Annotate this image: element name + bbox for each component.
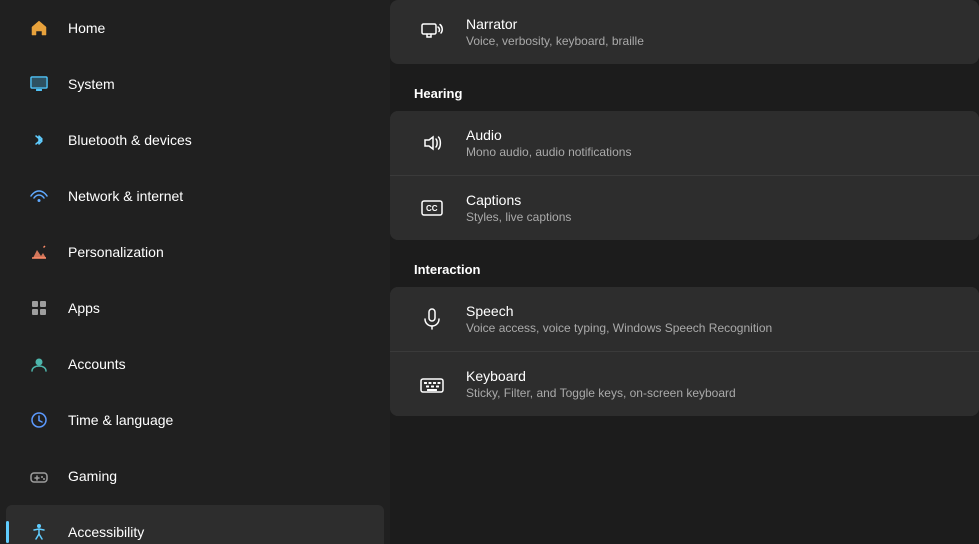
narrator-text: Narrator Voice, verbosity, keyboard, brai… [466, 16, 644, 48]
captions-text: Captions Styles, live captions [466, 192, 571, 224]
section-header-hearing: Hearing [390, 68, 979, 111]
section-block-hearing: Audio Mono audio, audio notifications CC … [390, 111, 979, 240]
sidebar-item-accessibility[interactable]: Accessibility [6, 505, 384, 544]
sidebar-label-network: Network & internet [68, 188, 183, 204]
sidebar-item-gaming[interactable]: Gaming [6, 449, 384, 503]
accounts-icon [26, 351, 52, 377]
narrator-subtitle: Voice, verbosity, keyboard, braille [466, 34, 644, 48]
keyboard-subtitle: Sticky, Filter, and Toggle keys, on-scre… [466, 386, 736, 400]
network-icon [26, 183, 52, 209]
keyboard-title: Keyboard [466, 368, 736, 384]
apps-icon [26, 295, 52, 321]
bluetooth-icon [26, 127, 52, 153]
sidebar-item-accounts[interactable]: Accounts [6, 337, 384, 391]
narrator-title: Narrator [466, 16, 644, 32]
time-icon [26, 407, 52, 433]
sidebar-label-accounts: Accounts [68, 356, 126, 372]
sidebar-label-home: Home [68, 20, 105, 36]
settings-item-audio[interactable]: Audio Mono audio, audio notifications [390, 111, 979, 176]
audio-subtitle: Mono audio, audio notifications [466, 145, 631, 159]
svg-text:CC: CC [426, 204, 438, 213]
sidebar: Home System Bluetooth & devices Network … [0, 0, 390, 544]
sidebar-label-accessibility: Accessibility [68, 524, 144, 540]
main-content: Narrator Voice, verbosity, keyboard, brai… [390, 0, 979, 544]
narrator-icon [414, 14, 450, 50]
sidebar-item-system[interactable]: System [6, 57, 384, 111]
captions-subtitle: Styles, live captions [466, 210, 571, 224]
sidebar-item-apps[interactable]: Apps [6, 281, 384, 335]
gaming-icon [26, 463, 52, 489]
settings-item-speech[interactable]: Speech Voice access, voice typing, Window… [390, 287, 979, 352]
captions-icon: CC [414, 190, 450, 226]
sidebar-label-system: System [68, 76, 115, 92]
sidebar-item-time[interactable]: Time & language [6, 393, 384, 447]
keyboard-icon [414, 366, 450, 402]
settings-item-captions[interactable]: CC Captions Styles, live captions [390, 176, 979, 240]
home-icon [26, 15, 52, 41]
personalization-icon [26, 239, 52, 265]
settings-item-narrator[interactable]: Narrator Voice, verbosity, keyboard, brai… [390, 0, 979, 64]
system-icon [26, 71, 52, 97]
keyboard-text: Keyboard Sticky, Filter, and Toggle keys,… [466, 368, 736, 400]
speech-title: Speech [466, 303, 772, 319]
sidebar-item-personalization[interactable]: Personalization [6, 225, 384, 279]
sidebar-label-gaming: Gaming [68, 468, 117, 484]
captions-title: Captions [466, 192, 571, 208]
sidebar-item-bluetooth[interactable]: Bluetooth & devices [6, 113, 384, 167]
speech-text: Speech Voice access, voice typing, Window… [466, 303, 772, 335]
audio-icon [414, 125, 450, 161]
sidebar-item-home[interactable]: Home [6, 1, 384, 55]
audio-text: Audio Mono audio, audio notifications [466, 127, 631, 159]
sidebar-label-personalization: Personalization [68, 244, 164, 260]
sidebar-label-apps: Apps [68, 300, 100, 316]
sidebar-label-time: Time & language [68, 412, 173, 428]
sidebar-label-bluetooth: Bluetooth & devices [68, 132, 192, 148]
section-header-interaction: Interaction [390, 244, 979, 287]
settings-item-keyboard[interactable]: Keyboard Sticky, Filter, and Toggle keys,… [390, 352, 979, 416]
section-block-vision: Narrator Voice, verbosity, keyboard, brai… [390, 0, 979, 64]
accessibility-icon [26, 519, 52, 544]
audio-title: Audio [466, 127, 631, 143]
sidebar-item-network[interactable]: Network & internet [6, 169, 384, 223]
speech-subtitle: Voice access, voice typing, Windows Spee… [466, 321, 772, 335]
speech-icon [414, 301, 450, 337]
section-block-interaction: Speech Voice access, voice typing, Window… [390, 287, 979, 416]
